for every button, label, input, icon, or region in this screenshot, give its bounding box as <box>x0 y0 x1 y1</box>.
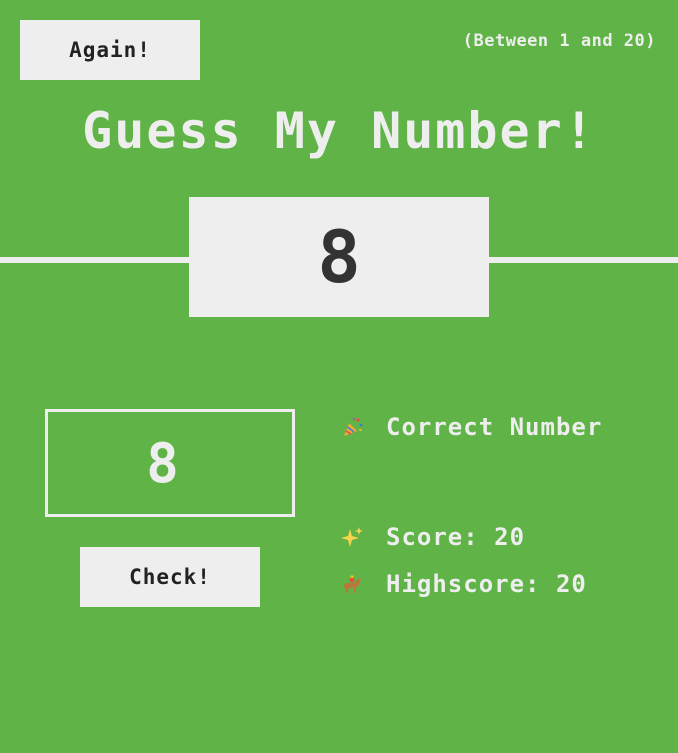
message-line: Correct Number <box>340 413 602 441</box>
score-label: Score: <box>386 523 479 551</box>
range-hint: (Between 1 and 20) <box>462 31 656 51</box>
secret-number-box: 8 <box>189 197 489 317</box>
highscore-line: Highscore: 20 <box>340 570 587 598</box>
score-line: Score: 20 <box>340 523 525 551</box>
secret-number: 8 <box>317 215 361 299</box>
page-title: Guess My Number! <box>82 102 596 160</box>
sparkles-icon <box>340 525 364 549</box>
score-value: 20 <box>494 523 526 551</box>
guess-input[interactable] <box>45 409 295 517</box>
party-popper-icon <box>340 415 364 439</box>
highscore-label: Highscore: <box>386 570 541 598</box>
check-button[interactable]: Check! <box>80 547 260 607</box>
message-text: Correct Number <box>386 413 603 441</box>
highscore-value: 20 <box>555 570 587 598</box>
horse-racing-icon <box>340 572 364 596</box>
again-button[interactable]: Again! <box>20 20 200 80</box>
